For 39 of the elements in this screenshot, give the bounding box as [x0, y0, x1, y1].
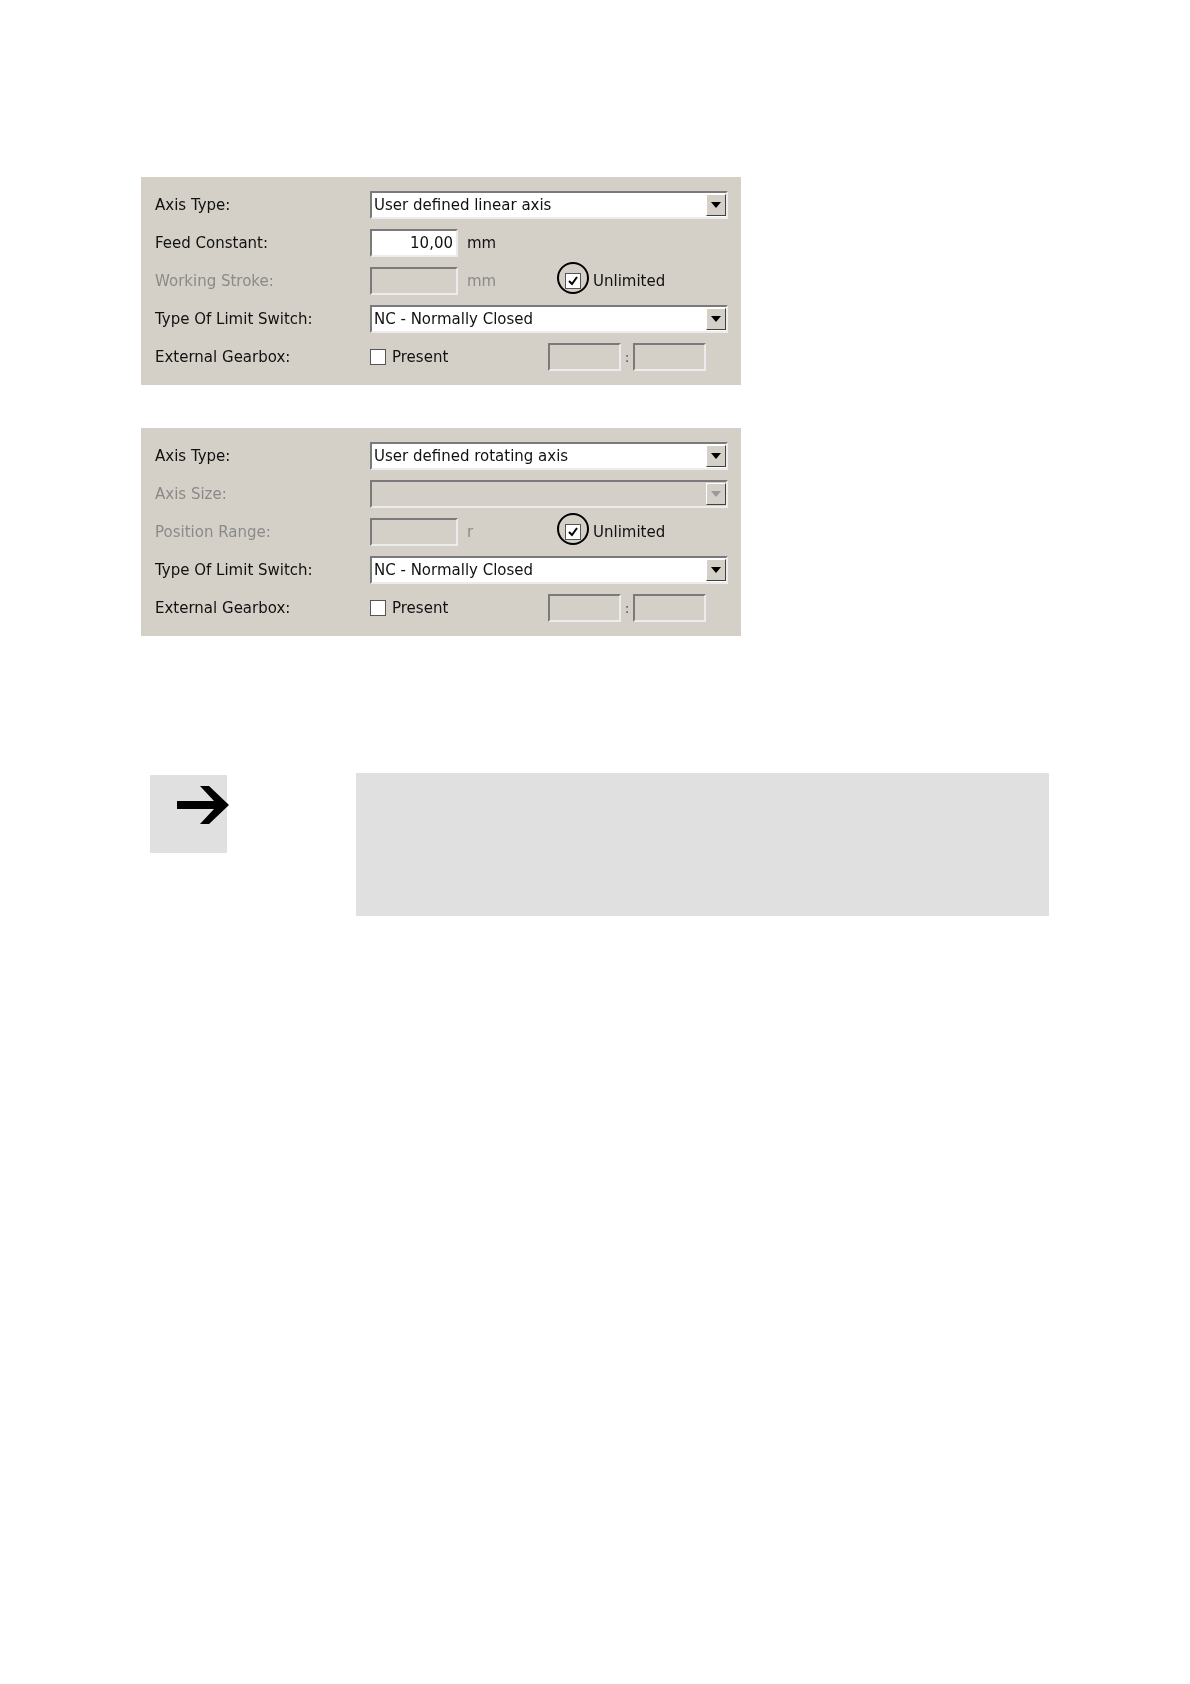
ratio-separator: : [623, 598, 631, 618]
checkbox[interactable] [370, 349, 386, 365]
unit-label: mm [467, 232, 498, 254]
ratio-field[interactable] [633, 343, 706, 371]
caret-icon [706, 308, 726, 330]
caret-icon [706, 445, 726, 467]
dropdown[interactable]: NC - Normally Closed [370, 556, 728, 584]
field-label: Axis Type: [155, 194, 232, 216]
field-label: Working Stroke: [155, 270, 275, 292]
field-label: External Gearbox: [155, 346, 292, 368]
field-label: Axis Type: [155, 445, 232, 467]
caret-icon [706, 483, 726, 505]
dropdown[interactable]: User defined linear axis [370, 191, 728, 219]
caret-icon [706, 559, 726, 581]
field-label: Type Of Limit Switch: [155, 559, 314, 581]
unit-label: mm [467, 270, 498, 292]
checkbox-label: Present [392, 346, 449, 368]
field-label: Feed Constant: [155, 232, 270, 254]
checkbox-label: Unlimited [593, 521, 666, 543]
number-field[interactable]: 10,00 [370, 229, 458, 257]
checkbox[interactable] [370, 600, 386, 616]
ratio-field[interactable] [633, 594, 706, 622]
dropdown[interactable]: NC - Normally Closed [370, 305, 728, 333]
ratio-separator: : [623, 347, 631, 367]
ratio-field[interactable] [548, 594, 621, 622]
checkbox-label: Present [392, 597, 449, 619]
field-label: Type Of Limit Switch: [155, 308, 314, 330]
checkbox-label: Unlimited [593, 270, 666, 292]
caret-icon [706, 194, 726, 216]
unit-label: r [467, 521, 475, 543]
field-label: Axis Size: [155, 483, 228, 505]
dropdown[interactable] [370, 480, 728, 508]
field-label: Position Range: [155, 521, 272, 543]
ratio-field[interactable] [548, 343, 621, 371]
number-field[interactable] [370, 518, 458, 546]
field-label: External Gearbox: [155, 597, 292, 619]
number-field[interactable] [370, 267, 458, 295]
dropdown[interactable]: User defined rotating axis [370, 442, 728, 470]
arrow-icon [177, 784, 230, 826]
